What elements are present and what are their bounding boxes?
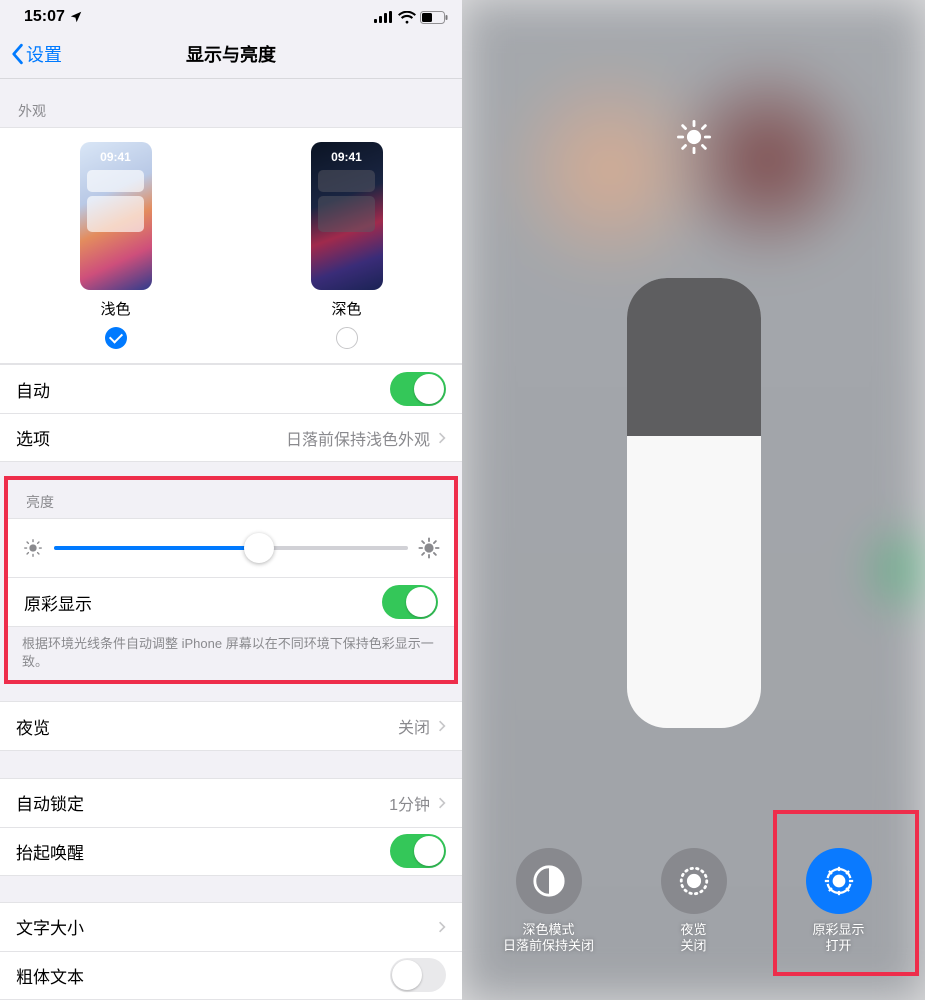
autolock-row[interactable]: 自动锁定 1分钟 (0, 779, 462, 827)
dark-option-label: 深色 (331, 298, 361, 319)
light-preview: 09:41 (80, 142, 152, 290)
autolock-value: 1分钟 (389, 791, 430, 815)
nav-bar: 设置 显示与亮度 (0, 30, 462, 79)
light-preview-clock: 09:41 (80, 150, 152, 164)
darkmode-icon (516, 848, 582, 914)
textsize-label: 文字大小 (16, 914, 84, 939)
raise-switch[interactable] (390, 834, 446, 868)
brightness-highlight: 亮度 (4, 476, 458, 684)
brightness-sun-icon (677, 120, 711, 159)
nightshift-icon (661, 848, 727, 914)
bold-label: 粗体文本 (16, 963, 84, 988)
appearance-section-label: 外观 (0, 79, 462, 127)
settings-screen: 15:07 设置 显示与亮度 外观 09:41 (0, 0, 462, 1000)
bold-switch[interactable] (390, 958, 446, 992)
wifi-icon (398, 11, 416, 24)
chevron-left-icon (10, 43, 24, 65)
auto-row[interactable]: 自动 (0, 365, 462, 413)
appearance-picker: 09:41 浅色 09:41 深色 (0, 127, 462, 364)
truetone-switch[interactable] (382, 585, 438, 619)
truetone-highlight (773, 810, 919, 976)
brightness-slider[interactable] (54, 546, 408, 550)
textsize-row[interactable]: 文字大小 (0, 903, 462, 951)
dark-preview: 09:41 (311, 142, 383, 290)
raise-label: 抬起唤醒 (16, 839, 84, 864)
nightshift-group: 夜览 关闭 (0, 701, 462, 751)
battery-icon (420, 11, 448, 24)
darkmode-button[interactable]: 深色模式 日落前保持关闭 (489, 848, 609, 955)
auto-switch[interactable] (390, 372, 446, 406)
autolock-label: 自动锁定 (16, 790, 84, 815)
sun-large-icon (418, 537, 440, 559)
slider-thumb[interactable] (244, 533, 274, 563)
location-icon (69, 10, 83, 24)
truetone-label: 原彩显示 (24, 590, 92, 615)
appearance-option-dark[interactable]: 09:41 深色 (311, 142, 383, 349)
back-button[interactable]: 设置 (10, 41, 62, 67)
back-label: 设置 (26, 41, 62, 67)
darkmode-title: 深色模式 (522, 922, 574, 937)
options-row[interactable]: 选项 日落前保持浅色外观 (0, 413, 462, 461)
light-option-label: 浅色 (100, 298, 130, 319)
bold-row[interactable]: 粗体文本 (0, 951, 462, 999)
chevron-right-icon (438, 920, 446, 934)
darkmode-sub: 日落前保持关闭 (503, 938, 594, 953)
truetone-row[interactable]: 原彩显示 (8, 578, 454, 626)
dark-preview-clock: 09:41 (311, 150, 383, 164)
status-time-text: 15:07 (24, 8, 65, 26)
status-bar: 15:07 (0, 0, 462, 30)
appearance-rows: 自动 选项 日落前保持浅色外观 (0, 364, 462, 462)
nightshift-button[interactable]: 夜览 关闭 (634, 848, 754, 955)
nightshift-row[interactable]: 夜览 关闭 (0, 702, 462, 750)
page-title: 显示与亮度 (0, 41, 462, 67)
appearance-option-light[interactable]: 09:41 浅色 (80, 142, 152, 349)
raise-row[interactable]: 抬起唤醒 (0, 827, 462, 875)
truetone-footer: 根据环境光线条件自动调整 iPhone 屏幕以在不同环境下保持色彩显示一致。 (8, 627, 454, 680)
chevron-right-icon (438, 431, 446, 445)
auto-label: 自动 (16, 377, 50, 402)
control-center-screen: 深色模式 日落前保持关闭 夜览 关闭 (462, 0, 925, 1000)
options-label: 选项 (16, 425, 50, 450)
light-radio[interactable] (105, 327, 127, 349)
sun-small-icon (22, 537, 44, 559)
nightshift-value: 关闭 (398, 714, 430, 738)
text-group: 文字大小 粗体文本 (0, 902, 462, 1000)
chevron-right-icon (438, 719, 446, 733)
status-time: 15:07 (24, 8, 83, 26)
brightness-slider-row (8, 518, 454, 578)
nightshift-sub: 关闭 (680, 938, 706, 953)
lock-group: 自动锁定 1分钟 抬起唤醒 (0, 778, 462, 876)
options-value: 日落前保持浅色外观 (286, 426, 430, 450)
brightness-section-label: 亮度 (8, 480, 454, 518)
nightshift-label: 夜览 (16, 714, 50, 739)
dark-radio[interactable] (336, 327, 358, 349)
nightshift-title: 夜览 (680, 922, 706, 937)
cellular-icon (374, 11, 394, 23)
brightness-vertical-slider[interactable] (627, 278, 761, 728)
chevron-right-icon (438, 796, 446, 810)
